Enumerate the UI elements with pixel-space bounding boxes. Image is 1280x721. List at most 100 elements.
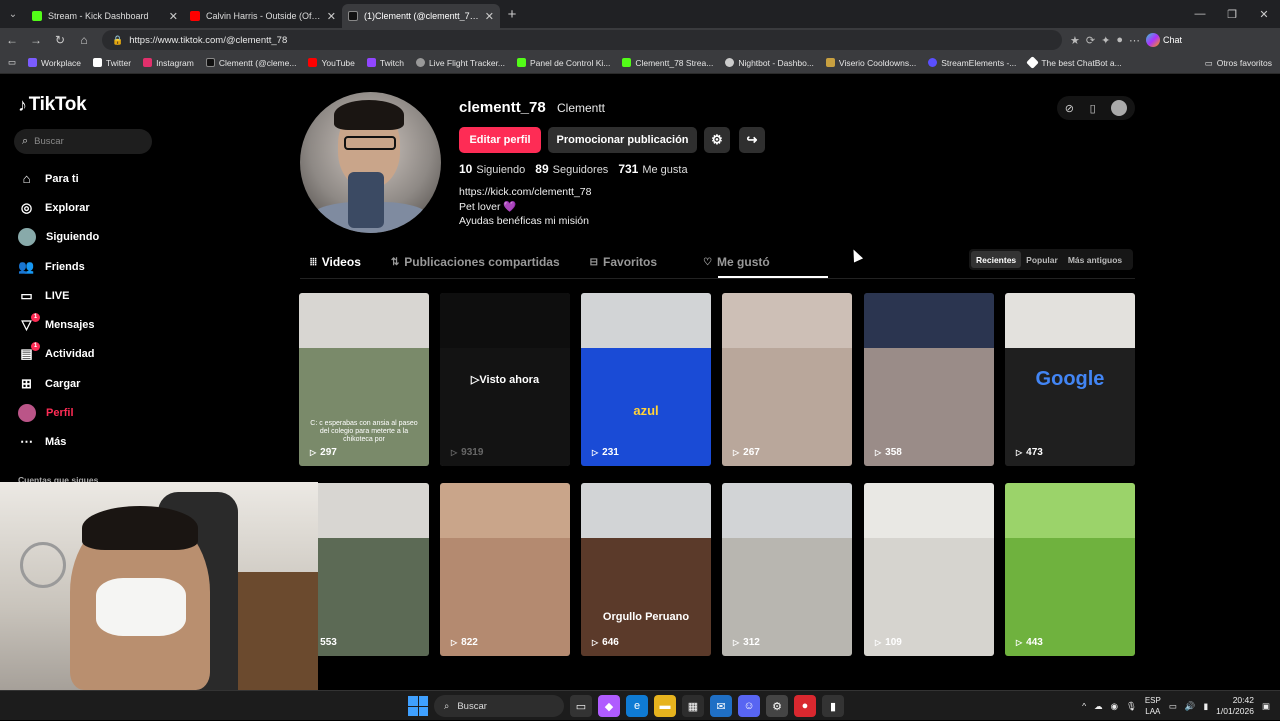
back-icon[interactable]: ← <box>0 33 24 47</box>
bookmark-item[interactable]: Viserio Cooldowns... <box>825 58 916 68</box>
edge-icon[interactable]: e <box>626 695 648 717</box>
sidebar-item-cargar[interactable]: ⊞ Cargar <box>18 369 99 398</box>
followers-stat[interactable]: 89 Seguidores <box>535 162 608 176</box>
video-card[interactable]: C: c esperabas con ansia al paseo del co… <box>299 293 429 466</box>
search-input[interactable]: ⌕ Buscar <box>14 129 152 154</box>
restore-icon[interactable]: ❐ <box>1216 8 1248 21</box>
video-card[interactable]: ▷ 443 <box>1005 483 1135 656</box>
sort-popular[interactable]: Popular <box>1021 251 1063 268</box>
video-card[interactable]: Orgullo Peruano ▷ 646 <box>581 483 711 656</box>
video-card[interactable]: ▷ 822 <box>440 483 570 656</box>
mic-icon[interactable]: 🎙 <box>1126 701 1137 712</box>
file-explorer-icon[interactable]: ▬ <box>654 695 676 717</box>
tray-expand-icon[interactable]: ^ <box>1082 701 1086 711</box>
clock[interactable]: 20:42 1/01/2026 <box>1216 695 1254 717</box>
tab-videos[interactable]: ⦙⦙⦙ Videos <box>310 252 361 272</box>
coins-icon[interactable]: ⊘ <box>1065 102 1074 115</box>
close-tab-icon[interactable]: ✕ <box>327 10 336 23</box>
video-card[interactable]: ▷553 <box>299 483 429 656</box>
tray-app-icon[interactable]: ◉ <box>1111 701 1118 712</box>
sidebar-item-explorar[interactable]: ◎ Explorar <box>18 193 99 222</box>
bookmark-item[interactable]: The best ChatBot a... <box>1026 56 1122 69</box>
app-icon[interactable]: ▮ <box>822 695 844 717</box>
battery-icon[interactable]: ▮ <box>1203 701 1208 712</box>
video-card[interactable]: Google ▷ 473 <box>1005 293 1135 466</box>
store-icon[interactable]: ▦ <box>682 695 704 717</box>
following-stat[interactable]: 10 Siguiendo <box>459 162 525 176</box>
other-bookmarks[interactable]: ▭ Otros favoritos <box>1205 52 1272 74</box>
site-info-icon[interactable]: 🔒 <box>112 35 123 46</box>
bookmark-item[interactable]: Instagram <box>143 58 194 68</box>
new-tab-button[interactable]: + <box>500 6 524 23</box>
bookmark-item[interactable]: Twitch <box>366 58 404 68</box>
volume-icon[interactable]: 🔊 <box>1185 701 1196 712</box>
browser-tab[interactable]: Stream - Kick Dashboard ✕ <box>26 4 184 28</box>
language-indicator[interactable]: ESP LAA <box>1145 695 1161 717</box>
sidebar-item-live[interactable]: ▭ LIVE <box>18 281 99 310</box>
sidebar-item-para-ti[interactable]: ⌂ Para ti <box>18 164 99 193</box>
promote-post-button[interactable]: Promocionar publicación <box>548 127 697 153</box>
home-browser-icon[interactable]: ⌂ <box>72 33 96 47</box>
video-card[interactable]: ▷ Visto ahora ▷ 9319 <box>440 293 570 466</box>
bookmark-item[interactable]: Twitter <box>93 58 131 68</box>
bookmark-apps-icon[interactable]: ▭ <box>8 57 16 68</box>
browser-tab[interactable]: Calvin Harris - Outside (Official Vi ✕ <box>184 4 342 28</box>
menu-dots-icon[interactable]: ⋯ <box>1129 34 1140 47</box>
sidebar-item-mensajes[interactable]: ▽ 1 Mensajes <box>18 310 99 339</box>
reload-icon[interactable]: ↻ <box>48 33 72 47</box>
sidebar-item-mas[interactable]: ⋯ Más <box>18 428 99 457</box>
notifications-icon[interactable]: ▣ <box>1262 701 1270 712</box>
bookmark-item[interactable]: YouTube <box>308 58 355 68</box>
task-view-icon[interactable]: ▭ <box>570 695 592 717</box>
profile-avatar[interactable] <box>300 92 441 233</box>
copilot-chat-button[interactable]: Chat <box>1145 33 1182 47</box>
network-icon[interactable]: ▭ <box>1169 701 1177 712</box>
tiktok-logo[interactable]: ♪ TikTok <box>18 94 87 116</box>
sort-oldest[interactable]: Más antiguos <box>1063 251 1127 268</box>
bio-link[interactable]: https://kick.com/clementt_78 <box>459 185 591 200</box>
bookmark-item[interactable]: Nightbot - Dashbo... <box>725 58 814 68</box>
steam-icon[interactable]: ⚙ <box>766 695 788 717</box>
taskbar-search[interactable]: ⌕ Buscar <box>434 695 564 717</box>
video-card[interactable]: ▷ 358 <box>864 293 994 466</box>
share-icon[interactable]: ↪ <box>739 127 765 153</box>
bookmark-item[interactable]: Clementt (@cleme... <box>205 58 296 68</box>
obs-icon[interactable]: ● <box>794 695 816 717</box>
sort-recent[interactable]: Recientes <box>971 251 1022 268</box>
video-card[interactable]: ▷ 312 <box>722 483 852 656</box>
sidebar-item-actividad[interactable]: ▤ 1 Actividad <box>18 340 99 369</box>
tab-reposts[interactable]: ⇅ Publicaciones compartidas <box>391 252 560 272</box>
extensions-icon[interactable]: ✦ <box>1101 34 1110 47</box>
bookmark-item[interactable]: Panel de Control Ki... <box>517 58 610 68</box>
close-tab-icon[interactable]: ✕ <box>169 10 178 23</box>
refresh-extension-icon[interactable]: ⟳ <box>1086 34 1095 47</box>
user-avatar-icon[interactable] <box>1111 100 1128 116</box>
profile-browser-icon[interactable]: ● <box>1116 34 1123 46</box>
discord-icon[interactable]: ☺ <box>738 695 760 717</box>
bookmark-item[interactable]: Clementt_78 Strea... <box>622 58 713 68</box>
browser-tab-active[interactable]: (1)Clementt (@clementt_78) | TikTo ✕ <box>342 4 500 28</box>
sidebar-item-perfil[interactable]: Perfil <box>18 398 99 427</box>
url-field[interactable]: 🔒 https://www.tiktok.com/@clementt_78 <box>102 30 1062 50</box>
tab-liked[interactable]: ♡ Me gustó <box>703 252 770 272</box>
close-window-icon[interactable]: ✕ <box>1248 8 1280 21</box>
onedrive-icon[interactable]: ☁ <box>1094 701 1103 712</box>
tab-favorites[interactable]: ⊟ Favoritos <box>590 252 657 272</box>
forward-icon[interactable]: → <box>24 33 48 47</box>
copilot-app-icon[interactable]: ◆ <box>598 695 620 717</box>
sidebar-item-friends[interactable]: 👥 Friends <box>18 252 99 281</box>
close-tab-icon[interactable]: ✕ <box>485 10 494 23</box>
mail-icon[interactable]: ✉ <box>710 695 732 717</box>
bookmark-item[interactable]: Workplace <box>28 58 81 68</box>
minimize-icon[interactable]: — <box>1184 8 1216 20</box>
video-card[interactable]: azul ▷ 231 <box>581 293 711 466</box>
edit-profile-button[interactable]: Editar perfil <box>459 127 541 153</box>
video-card[interactable]: ▷ 109 <box>864 483 994 656</box>
bookmark-item[interactable]: StreamElements -... <box>928 58 1016 68</box>
sidebar-item-siguiendo[interactable]: Siguiendo <box>18 223 99 252</box>
video-card[interactable]: ▷ 267 <box>722 293 852 466</box>
settings-gear-icon[interactable]: ⚙ <box>704 127 730 153</box>
favorite-star-icon[interactable]: ★ <box>1070 34 1080 47</box>
bookmark-item[interactable]: Live Flight Tracker... <box>415 58 505 68</box>
windows-start-icon[interactable] <box>408 696 428 716</box>
